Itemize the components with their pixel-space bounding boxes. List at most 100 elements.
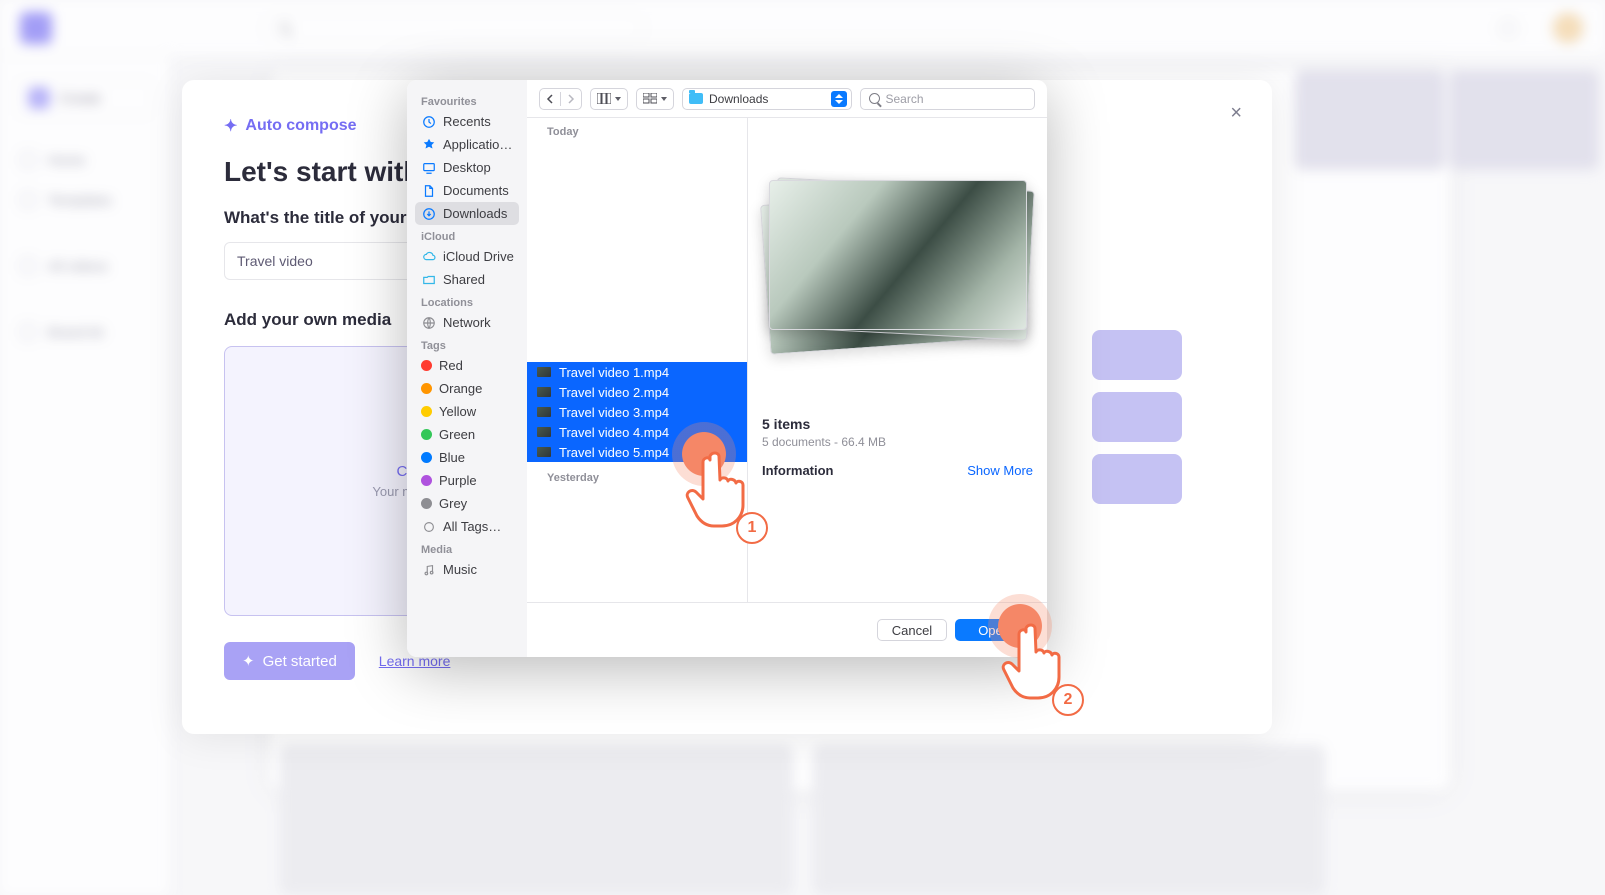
close-button[interactable]: ×	[1230, 102, 1242, 125]
tag-dot-icon	[421, 498, 432, 509]
apps-icon	[421, 137, 436, 152]
file-row[interactable]: Travel video 1.mp4	[527, 362, 747, 382]
tag-dot-icon	[421, 360, 432, 371]
file-row[interactable]: Travel video 3.mp4	[527, 402, 747, 422]
video-thumb-icon	[537, 407, 551, 417]
tag-red[interactable]: Red	[415, 354, 519, 377]
sidebar-item-downloads[interactable]: Downloads	[415, 202, 519, 225]
chevron-down-icon	[615, 97, 621, 101]
information-label: Information	[762, 463, 834, 478]
location-dropdown[interactable]: Downloads	[682, 88, 852, 110]
sidebar-section-favourites: Favourites	[415, 90, 519, 110]
document-icon	[421, 183, 436, 198]
file-row[interactable]: Travel video 5.mp4	[527, 442, 747, 462]
divider	[560, 92, 561, 106]
file-name: Travel video 4.mp4	[559, 425, 669, 440]
get-started-button[interactable]: ✦ Get started	[224, 642, 355, 680]
finder-body: Today Travel video 1.mp4 Travel video 2.…	[527, 118, 1047, 602]
sidebar-item-recents[interactable]: Recents	[415, 110, 519, 133]
sidebar-section-media: Media	[415, 538, 519, 558]
tag-dot-icon	[421, 406, 432, 417]
grid-icon	[643, 93, 657, 104]
chevron-right-icon	[567, 94, 575, 104]
finder-main: Downloads Search Today Travel video 1.mp…	[527, 80, 1047, 657]
media-tile	[1092, 454, 1182, 504]
video-thumb-icon	[537, 447, 551, 457]
file-list: Today Travel video 1.mp4 Travel video 2.…	[527, 118, 748, 602]
sidebar-label: All Tags…	[443, 519, 501, 534]
media-preview-tiles	[1092, 330, 1182, 504]
location-label: Downloads	[709, 92, 825, 106]
preview-pane: 5 items 5 documents - 66.4 MB Informatio…	[748, 118, 1047, 602]
cancel-button[interactable]: Cancel	[877, 619, 947, 641]
group-button[interactable]	[636, 88, 674, 110]
sidebar-label: Applicatio…	[443, 137, 512, 152]
sidebar-item-documents[interactable]: Documents	[415, 179, 519, 202]
show-more-link[interactable]: Show More	[967, 463, 1033, 478]
sparkle-icon: ✦	[242, 652, 255, 670]
media-tile	[1092, 330, 1182, 380]
tag-dot-icon	[421, 383, 432, 394]
cloud-icon	[421, 249, 436, 264]
file-row[interactable]: Travel video 4.mp4	[527, 422, 747, 442]
updown-icon	[831, 91, 847, 107]
tag-label: Blue	[439, 450, 465, 465]
preview-detail: 5 documents - 66.4 MB	[762, 435, 1033, 449]
sidebar-item-shared[interactable]: Shared	[415, 268, 519, 291]
shared-icon	[421, 272, 436, 287]
search-placeholder: Search	[886, 92, 924, 106]
sidebar-label: Music	[443, 562, 477, 577]
sidebar-item-music[interactable]: Music	[415, 558, 519, 581]
sidebar-label: Downloads	[443, 206, 507, 221]
dialog-footer: Cancel Open	[527, 602, 1047, 657]
sidebar-section-tags: Tags	[415, 334, 519, 354]
sidebar-label: Documents	[443, 183, 509, 198]
sparkle-icon: ✦	[224, 116, 237, 136]
tag-label: Purple	[439, 473, 477, 488]
video-thumb-icon	[537, 367, 551, 377]
sidebar-item-desktop[interactable]: Desktop	[415, 156, 519, 179]
finder-search[interactable]: Search	[860, 88, 1036, 110]
file-name: Travel video 5.mp4	[559, 445, 669, 460]
tag-green[interactable]: Green	[415, 423, 519, 446]
tag-dot-icon	[421, 429, 432, 440]
sidebar-section-locations: Locations	[415, 291, 519, 311]
network-icon	[421, 315, 436, 330]
sidebar-item-iclouddrive[interactable]: iCloud Drive	[415, 245, 519, 268]
view-columns-button[interactable]	[590, 88, 628, 110]
list-spacer	[527, 144, 747, 362]
folder-icon	[689, 93, 703, 104]
sidebar-item-network[interactable]: Network	[415, 311, 519, 334]
list-group-today: Today	[527, 118, 747, 144]
music-icon	[421, 562, 436, 577]
sidebar-label: Recents	[443, 114, 491, 129]
tag-blue[interactable]: Blue	[415, 446, 519, 469]
preview-card	[769, 180, 1027, 330]
file-row[interactable]: Travel video 2.mp4	[527, 382, 747, 402]
video-thumb-icon	[537, 387, 551, 397]
tag-purple[interactable]: Purple	[415, 469, 519, 492]
finder-sidebar: Favourites Recents Applicatio… Desktop D…	[407, 80, 527, 657]
all-tags-icon	[421, 519, 436, 534]
nav-back-forward[interactable]	[539, 88, 582, 110]
preview-count: 5 items	[762, 416, 1033, 432]
sidebar-section-icloud: iCloud	[415, 225, 519, 245]
preview-thumbnail-stack	[765, 176, 1031, 376]
sidebar-label: Shared	[443, 272, 485, 287]
sidebar-label: iCloud Drive	[443, 249, 514, 264]
download-icon	[421, 206, 436, 221]
tag-label: Orange	[439, 381, 482, 396]
sidebar-item-applications[interactable]: Applicatio…	[415, 133, 519, 156]
tag-label: Grey	[439, 496, 467, 511]
file-name: Travel video 3.mp4	[559, 405, 669, 420]
tag-orange[interactable]: Orange	[415, 377, 519, 400]
list-group-yesterday: Yesterday	[527, 462, 747, 490]
all-tags[interactable]: All Tags…	[415, 515, 519, 538]
open-button[interactable]: Open	[955, 619, 1033, 641]
chevron-left-icon	[546, 94, 554, 104]
tag-yellow[interactable]: Yellow	[415, 400, 519, 423]
tag-grey[interactable]: Grey	[415, 492, 519, 515]
video-thumb-icon	[537, 427, 551, 437]
tag-label: Yellow	[439, 404, 476, 419]
finder-toolbar: Downloads Search	[527, 80, 1047, 118]
